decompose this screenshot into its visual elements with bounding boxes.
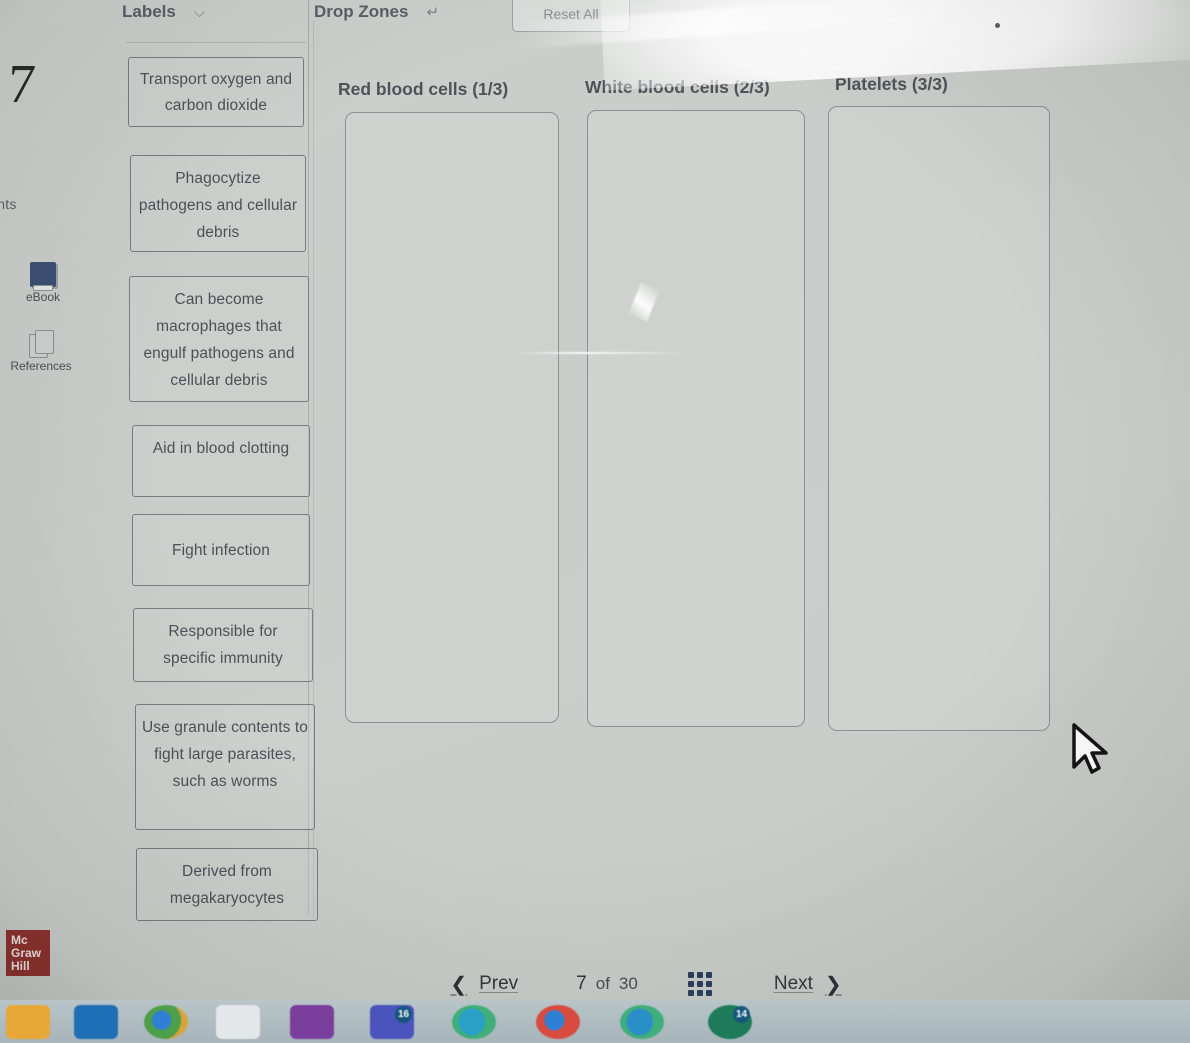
drop-zone-platelets[interactable] [828,106,1050,731]
drop-zone-red-blood-cells[interactable] [345,112,559,723]
label-card[interactable]: Transport oxygen and carbon dioxide [128,57,304,127]
drop-zone-title: White blood cells (2/3) [585,77,770,97]
rail-tool-ebook-label: eBook [25,290,61,304]
windows-taskbar: 16 14 [0,1000,1190,1043]
chevron-right-icon: ❯ [824,973,842,996]
page-number-display: 7 [6,53,36,114]
label-card[interactable]: Phagocytize pathogens and cellular debri… [130,155,306,252]
prev-button-label: Prev [479,973,519,994]
taskbar-badge-teams: 16 [395,1005,412,1023]
label-card[interactable]: Derived from megakaryocytes [136,848,318,921]
taskbar-item-onenote[interactable] [290,1004,334,1039]
mcgraw-hill-logo: Mc Graw Hill [6,930,50,976]
prev-button[interactable]: ❮ Prev [450,972,518,997]
undo-arrow-icon[interactable]: ↵ [426,3,439,21]
label-card[interactable]: Can become macrophages that engulf patho… [129,276,309,402]
taskbar-item-chrome[interactable] [536,1004,580,1039]
label-card[interactable]: Use granule contents to fight large para… [135,704,315,830]
book-icon [30,262,56,291]
labels-column-header: Labels ⌵ [122,2,205,22]
rail-tool-references-label: References [10,359,72,373]
taskbar-badge-messaging: 14 [733,1005,750,1023]
next-button[interactable]: Next ❯ [774,972,842,997]
photographed-screen: 7 oints eBook References McGrawHill Labe… [0,0,1190,1043]
drop-zones-column-header: Drop Zones ↵ [314,2,439,22]
reset-all-button[interactable]: Reset All [512,0,630,32]
activity-panel: Labels ⌵ Drop Zones ↵ Reset All Transpor… [102,0,1190,1000]
taskbar-item-edge[interactable] [452,1004,496,1039]
chevron-down-circle-icon[interactable]: ⌵ [194,4,205,21]
chevron-left-icon: ❮ [450,973,468,996]
current-page-number: 7 [576,973,587,994]
page-indicator: 7 of 30 [576,973,638,995]
drop-zone-title: Platelets (3/3) [835,74,948,94]
taskbar-item-messaging-app[interactable]: 14 [708,1004,752,1039]
taskbar-item-edge-secondary[interactable] [620,1004,664,1039]
left-tool-rail: 7 oints eBook References McGrawHill [0,0,102,1000]
taskbar-item-outlook[interactable] [74,1004,118,1039]
label-card[interactable]: Aid in blood clotting [132,425,310,497]
drop-zone-white-blood-cells[interactable] [587,110,805,727]
next-button-label: Next [773,973,813,994]
documents-icon [29,330,54,358]
page-of-word: of [595,974,610,993]
drop-zone-title: Red blood cells (1/3) [338,79,509,99]
label-card[interactable]: Responsible for specific immunity [133,608,313,682]
taskbar-item-teams[interactable]: 16 [370,1004,414,1039]
header-divider [126,42,306,43]
rail-tool-ebook[interactable]: eBook [0,262,86,304]
label-card[interactable]: Fight infection [132,514,310,586]
grid-menu-icon[interactable] [687,972,712,996]
taskbar-item-word-document[interactable] [216,1004,260,1039]
labels-column-title: Labels [122,2,176,21]
drop-zones-column-title: Drop Zones [314,2,409,21]
taskbar-item-chrome-profile[interactable] [144,1004,188,1039]
application-screen: 7 oints eBook References McGrawHill Labe… [0,0,1190,1000]
rail-tool-references[interactable]: References [0,330,84,373]
points-label: oints [0,196,17,212]
column-headers: Labels ⌵ Drop Zones ↵ Reset All [102,0,1190,40]
total-pages-number: 30 [618,974,638,993]
taskbar-item-file-explorer[interactable] [6,1004,50,1039]
